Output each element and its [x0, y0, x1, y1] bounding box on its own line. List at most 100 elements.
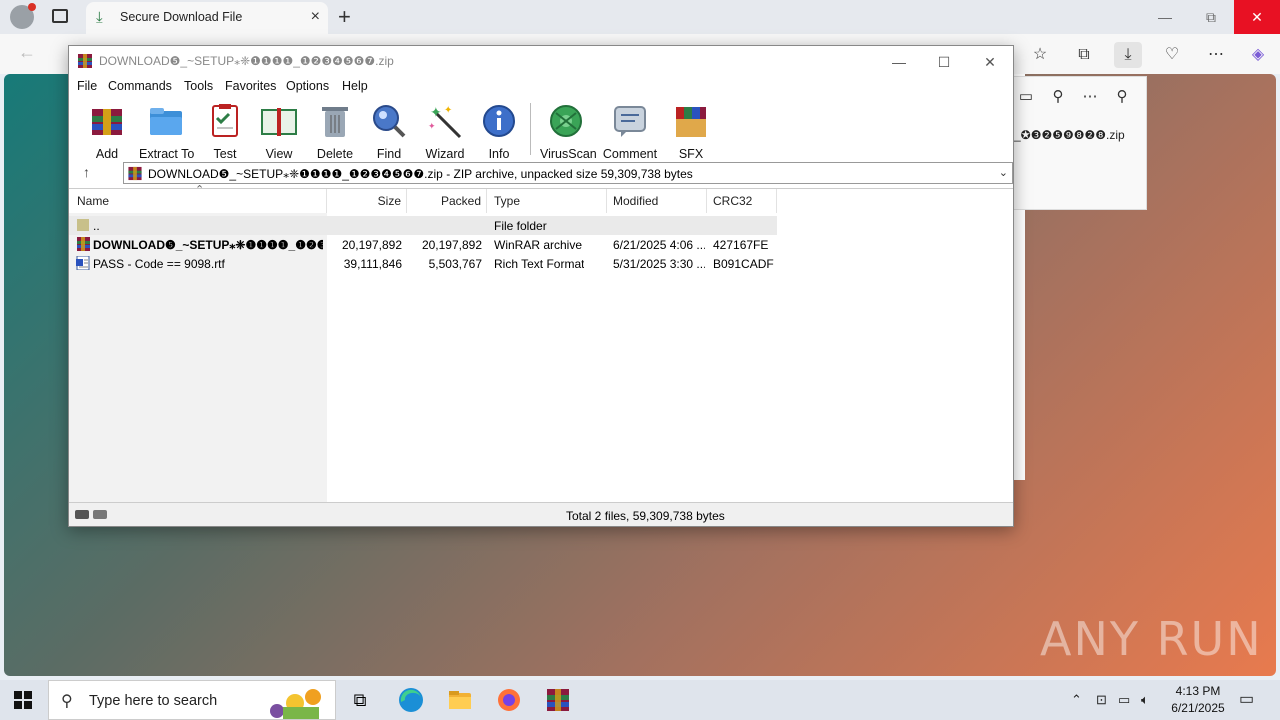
system-clock[interactable]: 4:13 PM 6/21/2025 — [1166, 683, 1230, 717]
up-folder-icon[interactable]: ↑ — [83, 164, 90, 180]
virusscan-button[interactable]: VirusScan — [540, 103, 597, 161]
info-label: Info — [488, 147, 510, 161]
row-packed: 20,197,892 — [421, 238, 482, 252]
test-button[interactable]: Test — [206, 103, 244, 161]
status-text: Total 2 files, 59,309,738 bytes — [566, 509, 725, 523]
taskbar-search[interactable]: ⚲ Type here to search — [48, 680, 336, 720]
favorites-star-icon[interactable]: ☆ — [1026, 42, 1054, 68]
toolbar-separator — [530, 103, 531, 155]
search-icon[interactable]: ⚲ — [1048, 87, 1068, 107]
menu-commands[interactable]: Commands — [108, 79, 172, 93]
find-label: Find — [376, 147, 402, 161]
edge-browser-icon[interactable] — [397, 686, 425, 714]
file-explorer-icon[interactable] — [446, 686, 474, 714]
rar-file-icon — [77, 237, 90, 251]
trash-icon — [322, 107, 348, 137]
tab-title: Secure Download File — [120, 10, 243, 24]
pin-icon[interactable]: ⚲ — [1112, 87, 1132, 107]
drive-icon[interactable] — [75, 510, 89, 519]
extract-to-button[interactable]: Extract To — [139, 103, 195, 161]
column-name[interactable]: Name — [69, 189, 327, 213]
chevron-down-icon[interactable]: ⌄ — [999, 166, 1008, 179]
clock-time: 4:13 PM — [1175, 684, 1221, 698]
row-packed: 5,503,767 — [428, 257, 482, 271]
wizard-button[interactable]: ✦ ✦ ✦ Wizard — [424, 103, 466, 161]
folder-up-icon — [77, 219, 89, 231]
row-crc: B091CADF — [713, 257, 774, 271]
device-icon[interactable]: ⊡ — [1096, 692, 1107, 708]
browser-minimize-button[interactable]: — — [1142, 0, 1188, 34]
row-name: DOWNLOAD❺_~SETUP⁎❈❶❶❶❶_❶❷❸... — [93, 238, 323, 252]
column-type[interactable]: Type — [487, 189, 607, 213]
delete-button[interactable]: Delete — [316, 103, 354, 161]
column-packed[interactable]: Packed — [407, 189, 487, 213]
add-icon — [92, 109, 122, 135]
menu-file[interactable]: File — [77, 79, 97, 93]
menu-options[interactable]: Options — [286, 79, 329, 93]
info-button[interactable]: Info — [480, 103, 518, 161]
clock-date: 6/21/2025 — [1171, 701, 1225, 715]
winrar-taskbar-icon[interactable] — [544, 686, 572, 714]
start-button[interactable] — [14, 691, 32, 709]
file-list: ⌃ Name Size Packed Type Modified CRC32 .… — [69, 184, 1013, 502]
menu-favorites[interactable]: Favorites — [225, 79, 276, 93]
view-button[interactable]: View — [258, 103, 300, 161]
download-icon: ⤓ — [96, 9, 103, 26]
add-button[interactable]: Add — [88, 103, 126, 161]
network-icon[interactable]: ▭ — [1118, 692, 1130, 708]
find-button[interactable]: Find — [370, 103, 408, 161]
wand-icon: ✦ ✦✦ — [428, 104, 462, 139]
svg-text:✦: ✦ — [430, 104, 442, 120]
menu-tools[interactable]: Tools — [184, 79, 213, 93]
profile-avatar[interactable] — [10, 3, 36, 29]
winrar-minimize-button[interactable]: — — [879, 50, 919, 74]
notifications-icon[interactable]: ▭ — [1239, 689, 1254, 709]
table-row[interactable]: PASS - Code == 9098.rtf 39,111,846 5,503… — [69, 254, 777, 273]
test-label: Test — [213, 147, 237, 161]
row-size: 20,197,892 — [341, 238, 402, 252]
add-label: Add — [95, 147, 119, 161]
more-icon[interactable]: ⋯ — [1080, 87, 1100, 107]
svg-text:✦: ✦ — [444, 105, 452, 116]
menu-help[interactable]: Help — [342, 79, 368, 93]
tab-actions-icon[interactable] — [52, 9, 68, 23]
chevron-up-icon[interactable]: ⌃ — [1071, 692, 1082, 708]
back-arrow-icon[interactable]: ← — [18, 42, 36, 63]
downloads-icon[interactable]: ⤓ — [1114, 42, 1142, 68]
winrar-maximize-button[interactable]: ☐ — [924, 50, 964, 74]
collections-icon[interactable]: ⧉ — [1070, 42, 1098, 68]
test-icon — [212, 104, 238, 137]
tab-close-icon[interactable]: × — [311, 8, 320, 26]
column-modified[interactable]: Modified — [607, 189, 707, 213]
comment-button[interactable]: Comment — [602, 103, 658, 161]
table-row[interactable]: .. File folder — [69, 216, 777, 235]
new-tab-icon[interactable]: + — [338, 4, 351, 30]
browser-restore-button[interactable]: ⧉ — [1188, 0, 1234, 34]
winrar-titlebar: DOWNLOAD❺_~SETUP⁎❈❶❶❶❶_❶❷❸❹❺❻❼.zip — ☐ ✕ — [69, 46, 1013, 76]
open-folder-icon[interactable]: ▭ — [1016, 87, 1036, 107]
sfx-button[interactable]: SFX — [670, 103, 712, 161]
column-crc32[interactable]: CRC32 — [707, 189, 777, 213]
comment-label: Comment — [602, 147, 658, 161]
column-size[interactable]: Size — [327, 189, 407, 213]
extract-to-label: Extract To — [139, 147, 195, 161]
winrar-close-button[interactable]: ✕ — [970, 50, 1010, 74]
magnifier-icon — [373, 105, 406, 138]
browser-tab[interactable]: ⤓ Secure Download File × — [86, 2, 328, 34]
more-options-icon[interactable]: ⋯ — [1202, 42, 1230, 68]
firefox-icon[interactable] — [495, 686, 523, 714]
search-icon: ⚲ — [61, 693, 73, 710]
browser-close-button[interactable]: ✕ — [1234, 0, 1280, 34]
table-row[interactable]: DOWNLOAD❺_~SETUP⁎❈❶❶❶❶_❶❷❸... 20,197,892… — [69, 235, 777, 254]
download-file-name[interactable]: _✪❸❷❺❾❽❷❽.zip — [1014, 128, 1125, 142]
path-combobox[interactable]: DOWNLOAD❺_~SETUP⁎❈❶❶❶❶_❶❷❸❹❺❻❼.zip - ZIP… — [123, 162, 1013, 184]
row-size: 39,111,846 — [343, 257, 402, 271]
volume-icon[interactable]: 🔈︎ — [1141, 692, 1149, 708]
copilot-icon[interactable]: ◈ — [1244, 42, 1272, 68]
key-icon[interactable] — [93, 510, 107, 519]
task-view-icon[interactable]: ⧉ — [346, 686, 374, 714]
watermark-logo: ANY RUN — [1040, 612, 1263, 666]
browser-tab-bar: ⤓ Secure Download File × + — ⧉ ✕ — [0, 0, 1280, 34]
browser-essentials-icon[interactable]: ♡ — [1158, 42, 1186, 68]
sfx-label: SFX — [678, 147, 704, 161]
